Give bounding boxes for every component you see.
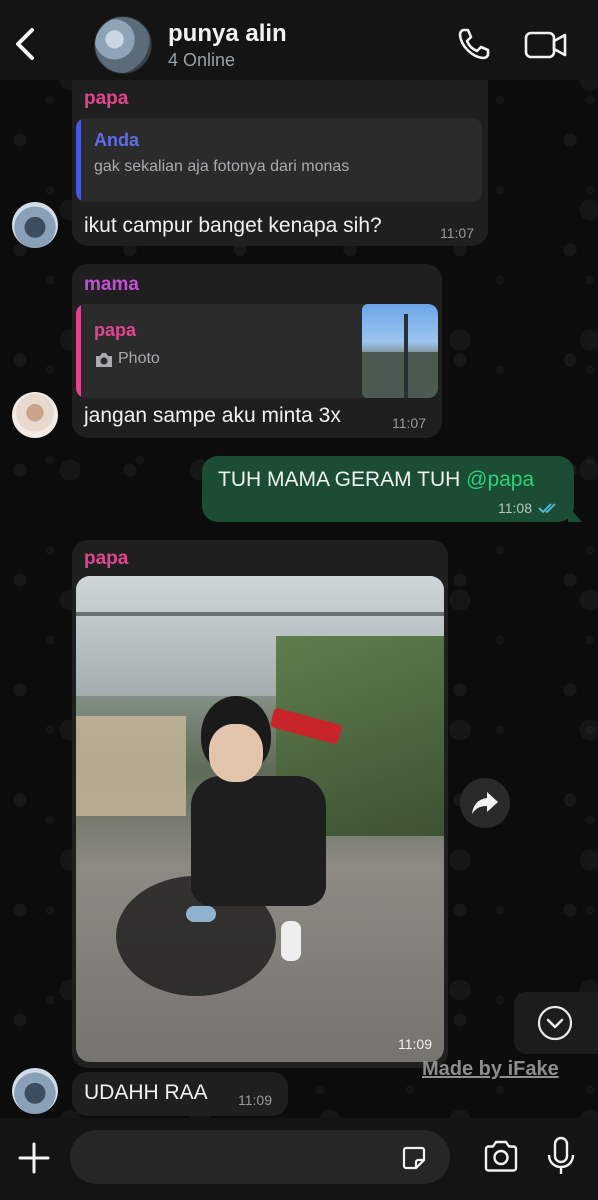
photo-person-body xyxy=(191,776,326,906)
quote-bar xyxy=(76,118,81,202)
message-text: UDAHH RAA xyxy=(84,1081,208,1104)
photo-shoe xyxy=(281,921,301,961)
message-bubble[interactable]: mama papa Photo jangan sampe aku minta 3… xyxy=(72,264,442,438)
video-call-button[interactable] xyxy=(524,28,568,62)
chat-header: punya alin 4 Online xyxy=(0,0,598,80)
quote-author: Anda xyxy=(94,130,139,150)
voice-note-button[interactable] xyxy=(546,1136,576,1178)
thumbnail-ground xyxy=(362,352,438,398)
attach-button[interactable] xyxy=(14,1138,54,1178)
photo-railing xyxy=(76,576,444,616)
quoted-message[interactable]: papa Photo xyxy=(76,304,438,398)
quote-text: gak sekalian aja fotonya dari monas xyxy=(94,158,350,175)
message-input[interactable] xyxy=(70,1130,450,1184)
sender-name: papa xyxy=(84,88,129,109)
quote-text: Photo xyxy=(118,350,160,367)
photo-person-face xyxy=(209,724,263,782)
mention[interactable]: @papa xyxy=(466,468,534,491)
read-receipt-icon xyxy=(538,503,556,514)
message-bubble[interactable]: papa Anda gak sekalian aja fotonya dari … xyxy=(72,80,488,246)
chevron-left-icon xyxy=(16,28,34,60)
voice-call-button[interactable] xyxy=(456,26,492,62)
back-button[interactable] xyxy=(10,24,40,64)
photo-shoe xyxy=(186,906,216,922)
message-time: 11:08 xyxy=(498,500,532,516)
avatar[interactable] xyxy=(12,1068,58,1114)
camera-button[interactable] xyxy=(482,1138,520,1176)
message-text: ikut campur banget kenapa sih? xyxy=(84,214,382,237)
avatar[interactable] xyxy=(12,202,58,248)
forward-arrow-icon xyxy=(472,792,498,814)
avatar[interactable] xyxy=(12,392,58,438)
microphone-icon xyxy=(547,1136,575,1174)
message-bubble[interactable]: UDAHH RAA 11:09 xyxy=(72,1072,288,1116)
quoted-message[interactable]: Anda gak sekalian aja fotonya dari monas xyxy=(76,118,482,202)
photo-attachment[interactable]: 11:09 xyxy=(76,576,444,1062)
message-text-body: TUH MAMA GERAM TUH xyxy=(218,468,467,491)
camera-icon xyxy=(96,353,112,367)
message-composer xyxy=(0,1118,598,1200)
camera-icon xyxy=(484,1140,518,1172)
thumbnail-rail xyxy=(404,314,408,398)
plus-icon xyxy=(18,1142,50,1174)
sticker-button[interactable] xyxy=(400,1144,428,1172)
quote-bar xyxy=(76,304,81,398)
quote-photo-thumbnail xyxy=(362,304,438,398)
quote-author: papa xyxy=(94,320,137,340)
outgoing-message-bubble[interactable]: TUH MAMA GERAM TUH @papa 11:08 xyxy=(202,456,582,522)
sticker-icon xyxy=(402,1146,426,1170)
message-bubble[interactable]: papa 11:09 xyxy=(72,540,448,1068)
watermark-text: Made by iFake xyxy=(422,1058,559,1080)
message-time: 11:09 xyxy=(238,1092,272,1108)
forward-button[interactable] xyxy=(460,778,510,828)
phone-icon xyxy=(458,28,490,60)
message-time: 11:07 xyxy=(392,415,426,431)
video-camera-icon xyxy=(524,31,567,59)
sender-name: mama xyxy=(84,274,139,295)
message-text: jangan sampe aku minta 3x xyxy=(84,404,341,427)
scroll-to-bottom-button[interactable] xyxy=(514,992,598,1054)
message-text: TUH MAMA GERAM TUH @papa xyxy=(218,468,534,492)
group-avatar[interactable] xyxy=(94,16,152,74)
chat-title[interactable]: punya alin xyxy=(168,20,287,48)
sender-name: papa xyxy=(84,548,129,569)
message-time: 11:09 xyxy=(398,1036,432,1052)
bubble-tail xyxy=(568,506,582,522)
chevron-down-circle-icon xyxy=(537,1005,573,1041)
message-time: 11:07 xyxy=(440,225,474,241)
photo-court xyxy=(76,716,186,816)
online-status: 4 Online xyxy=(168,50,236,70)
